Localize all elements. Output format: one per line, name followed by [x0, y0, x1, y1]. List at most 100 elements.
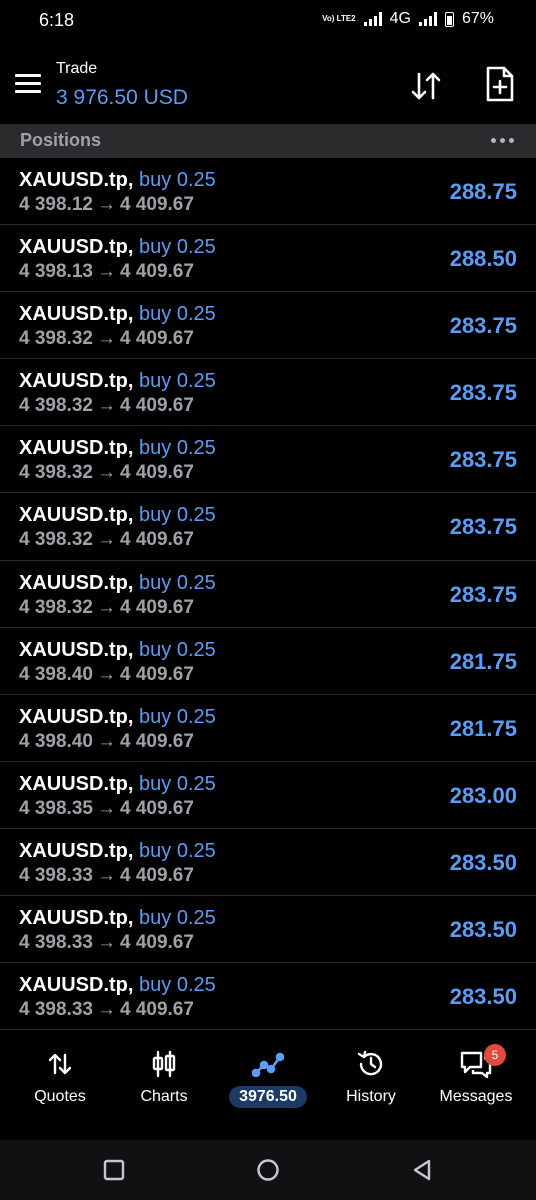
- position-side: buy 0.25: [139, 236, 216, 259]
- current-price: 4 409.67: [119, 663, 194, 685]
- current-price: 4 409.67: [119, 864, 194, 886]
- status-time: 6:18: [39, 10, 75, 30]
- position-symbol: XAUUSD.tp,: [19, 169, 134, 191]
- position-symbol: XAUUSD.tp,: [19, 370, 134, 393]
- open-price: 4 398.33: [19, 932, 93, 954]
- position-side: buy 0.25: [139, 169, 216, 191]
- position-row[interactable]: XAUUSD.tp, buy 0.25 4 398.40 → 4 409.67 281.…: [0, 695, 536, 762]
- position-side: buy 0.25: [139, 705, 216, 728]
- position-prices: 4 398.32 → 4 409.67: [19, 462, 194, 484]
- home-icon[interactable]: [256, 1158, 280, 1182]
- arrow-right-icon: →: [96, 797, 116, 819]
- position-prices: 4 398.35 → 4 409.67: [19, 798, 194, 820]
- battery-icon: [444, 11, 454, 27]
- open-price: 4 398.35: [19, 797, 93, 819]
- position-symbol: XAUUSD.tp,: [19, 504, 134, 527]
- position-title: XAUUSD.tp, buy 0.25: [19, 773, 216, 796]
- position-profit: 283.50: [449, 849, 517, 875]
- current-price: 4 409.67: [119, 797, 194, 819]
- position-title: XAUUSD.tp, buy 0.25: [19, 907, 216, 930]
- position-prices: 4 398.13 → 4 409.67: [19, 261, 194, 283]
- menu-icon[interactable]: [15, 74, 41, 94]
- position-row[interactable]: XAUUSD.tp, buy 0.25 4 398.32 → 4 409.67 283.…: [0, 359, 536, 427]
- recent-apps-icon[interactable]: [102, 1158, 126, 1182]
- open-price: 4 398.32: [19, 596, 93, 618]
- system-nav-bar: [0, 1140, 536, 1200]
- arrow-right-icon: →: [96, 328, 116, 350]
- position-prices: 4 398.12 → 4 409.67: [19, 194, 194, 216]
- app-header: Trade 3 976.50 USD: [0, 44, 536, 124]
- history-clock-icon: [357, 1050, 383, 1076]
- nav-quotes[interactable]: Quotes: [10, 1048, 110, 1106]
- current-price: 4 409.67: [119, 194, 194, 215]
- position-profit: 281.75: [449, 648, 517, 674]
- position-symbol: XAUUSD.tp,: [19, 437, 134, 460]
- open-price: 4 398.32: [19, 529, 93, 551]
- position-symbol: XAUUSD.tp,: [19, 772, 134, 795]
- position-profit: 288.50: [449, 246, 517, 272]
- arrow-right-icon: →: [96, 730, 116, 752]
- position-profit: 283.00: [449, 782, 517, 808]
- arrow-right-icon: →: [96, 999, 116, 1021]
- position-prices: 4 398.33 → 4 409.67: [19, 932, 194, 954]
- position-row[interactable]: XAUUSD.tp, buy 0.25 4 398.32 → 4 409.67 283.…: [0, 561, 536, 628]
- position-profit: 288.75: [449, 179, 517, 204]
- position-prices: 4 398.32 → 4 409.67: [19, 395, 194, 417]
- position-row[interactable]: XAUUSD.tp, buy 0.25 4 398.33 → 4 409.67 283.…: [0, 896, 536, 964]
- position-row[interactable]: XAUUSD.tp, buy 0.25 4 398.40 → 4 409.67 281.…: [0, 628, 536, 695]
- position-row[interactable]: XAUUSD.tp, buy 0.25 4 398.33 → 4 409.67 283.…: [0, 963, 536, 1031]
- open-price: 4 398.32: [19, 328, 93, 350]
- position-side: buy 0.25: [139, 638, 216, 661]
- position-side: buy 0.25: [139, 839, 216, 862]
- open-price: 4 398.32: [19, 462, 93, 484]
- nav-history[interactable]: History: [321, 1048, 421, 1106]
- position-symbol: XAUUSD.tp,: [19, 974, 134, 997]
- position-symbol: XAUUSD.tp,: [19, 571, 134, 594]
- nav-trade[interactable]: 3976.50: [218, 1048, 318, 1108]
- position-symbol: XAUUSD.tp,: [19, 705, 134, 728]
- new-document-plus-icon[interactable]: [484, 66, 516, 102]
- nav-charts[interactable]: Charts: [114, 1048, 214, 1106]
- position-row[interactable]: XAUUSD.tp, buy 0.25 4 398.32 → 4 409.67 283.…: [0, 426, 536, 494]
- position-title: XAUUSD.tp, buy 0.25: [19, 639, 216, 662]
- position-side: buy 0.25: [139, 437, 216, 460]
- position-prices: 4 398.32 → 4 409.67: [19, 328, 194, 350]
- position-title: XAUUSD.tp, buy 0.25: [19, 303, 216, 326]
- position-title: XAUUSD.tp, buy 0.25: [19, 706, 216, 729]
- position-symbol: XAUUSD.tp,: [19, 907, 134, 930]
- open-price: 4 398.32: [19, 395, 93, 417]
- trend-line-icon: [252, 1052, 284, 1077]
- nav-charts-label: Charts: [140, 1088, 188, 1105]
- position-row[interactable]: XAUUSD.tp, buy 0.25 4 398.12 → 4 409.67 288.…: [0, 158, 536, 226]
- arrow-right-icon: →: [96, 864, 116, 886]
- positions-list: XAUUSD.tp, buy 0.25 4 398.12 → 4 409.67 288.…: [0, 158, 536, 1031]
- bottom-nav: Quotes Charts 3976.50 History 5 Messages: [0, 1030, 536, 1140]
- position-profit: 283.50: [449, 984, 517, 1010]
- volte-icon: Vo) LTE2: [322, 14, 356, 23]
- position-row[interactable]: XAUUSD.tp, buy 0.25 4 398.13 → 4 409.67 288.…: [0, 225, 536, 293]
- current-price: 4 409.67: [119, 328, 194, 350]
- back-icon[interactable]: [410, 1158, 434, 1182]
- signal-icon-2: [418, 12, 437, 26]
- more-dots-icon[interactable]: [491, 138, 514, 143]
- position-prices: 4 398.32 → 4 409.67: [19, 597, 194, 619]
- nav-quotes-label: Quotes: [34, 1088, 86, 1105]
- position-row[interactable]: XAUUSD.tp, buy 0.25 4 398.33 → 4 409.67 283.…: [0, 829, 536, 897]
- arrow-right-icon: →: [96, 596, 116, 618]
- arrow-right-icon: →: [96, 932, 116, 954]
- position-profit: 283.75: [449, 514, 517, 540]
- page-title: Trade: [56, 60, 98, 77]
- positions-section-header: Positions: [0, 124, 536, 158]
- position-row[interactable]: XAUUSD.tp, buy 0.25 4 398.32 → 4 409.67 283.…: [0, 493, 536, 561]
- open-price: 4 398.13: [19, 261, 93, 283]
- position-title: XAUUSD.tp, buy 0.25: [19, 169, 216, 192]
- position-profit: 281.75: [449, 715, 517, 741]
- sort-arrows-icon[interactable]: [408, 68, 444, 104]
- position-row[interactable]: XAUUSD.tp, buy 0.25 4 398.32 → 4 409.67 283.…: [0, 292, 536, 360]
- position-row[interactable]: XAUUSD.tp, buy 0.25 4 398.35 → 4 409.67 283.…: [0, 762, 536, 829]
- nav-messages[interactable]: 5 Messages: [426, 1044, 526, 1106]
- position-profit: 283.75: [449, 447, 517, 473]
- position-side: buy 0.25: [139, 303, 216, 326]
- open-price: 4 398.40: [19, 730, 93, 752]
- position-prices: 4 398.33 → 4 409.67: [19, 865, 194, 887]
